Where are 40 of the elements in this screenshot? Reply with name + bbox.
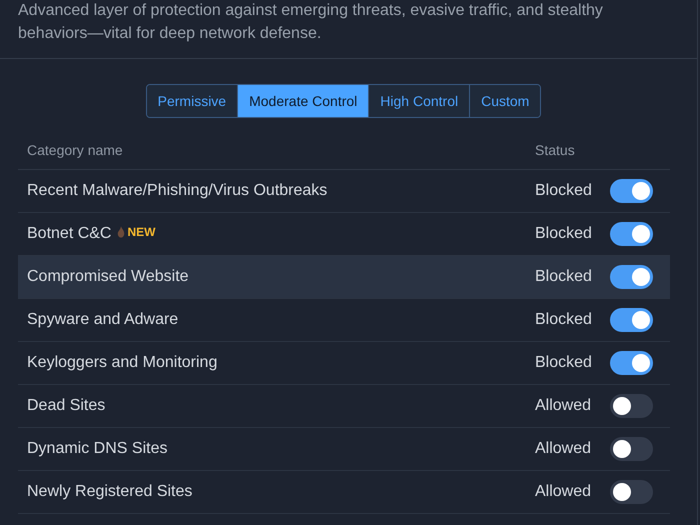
table-row[interactable]: Dynamic DNS Sites Allowed bbox=[18, 428, 670, 471]
description-text: Advanced layer of protection against emerging threats, evasive traffic, and stealthy behaviors—vital for deep network defense. bbox=[18, 1, 604, 44]
flame-icon bbox=[117, 226, 126, 238]
category-name: Dead Sites bbox=[27, 397, 106, 415]
toggle-switch[interactable] bbox=[610, 179, 653, 203]
toggle-switch[interactable] bbox=[610, 265, 653, 289]
new-label: NEW bbox=[127, 225, 156, 239]
toggle-switch[interactable] bbox=[610, 437, 653, 461]
category-name: Spyware and Adware bbox=[27, 311, 178, 329]
toggle-switch[interactable] bbox=[610, 394, 653, 418]
status-text: Blocked bbox=[535, 268, 592, 286]
toggle-switch[interactable] bbox=[610, 308, 653, 332]
column-header: Status bbox=[535, 142, 576, 158]
category-name: Botnet C&C bbox=[27, 225, 112, 243]
category-name: Compromised Website bbox=[27, 268, 189, 286]
table-row[interactable]: Compromised Website Blocked bbox=[18, 256, 670, 299]
toggle-switch[interactable] bbox=[610, 480, 653, 504]
status-text: Allowed bbox=[535, 397, 592, 415]
table-row[interactable]: Dead Sites Allowed bbox=[18, 385, 670, 428]
status-text: Blocked bbox=[535, 182, 592, 200]
table-row[interactable]: Newly Registered Sites Allowed bbox=[18, 471, 670, 514]
status-text: Blocked bbox=[535, 225, 592, 243]
status-text: Allowed bbox=[535, 440, 592, 458]
status-text: Blocked bbox=[535, 311, 592, 329]
table-row[interactable]: Spyware and Adware Blocked bbox=[18, 299, 670, 342]
category-name: Keyloggers and Monitoring bbox=[27, 354, 218, 372]
column-header: Category name bbox=[26, 142, 124, 158]
category-name: Recent Malware/Phishing/Virus Outbreaks bbox=[27, 182, 328, 200]
mode-tab[interactable]: Moderate Control bbox=[237, 85, 368, 117]
table-row[interactable]: Recent Malware/Phishing/Virus Outbreaks Blocked bbox=[18, 170, 670, 213]
toggle-switch[interactable] bbox=[610, 351, 653, 375]
category-name: Dynamic DNS Sites bbox=[27, 440, 168, 458]
category-name: Newly Registered Sites bbox=[27, 483, 192, 501]
mode-tab[interactable]: High Control bbox=[368, 85, 470, 117]
status-text: Allowed bbox=[535, 483, 592, 501]
mode-tab[interactable]: Permissive bbox=[146, 85, 238, 117]
toggle-switch[interactable] bbox=[610, 222, 653, 246]
table-row[interactable]: Keyloggers and Monitoring Blocked bbox=[18, 342, 670, 385]
status-text: Blocked bbox=[535, 354, 592, 372]
mode-tab[interactable]: Custom bbox=[469, 85, 540, 117]
